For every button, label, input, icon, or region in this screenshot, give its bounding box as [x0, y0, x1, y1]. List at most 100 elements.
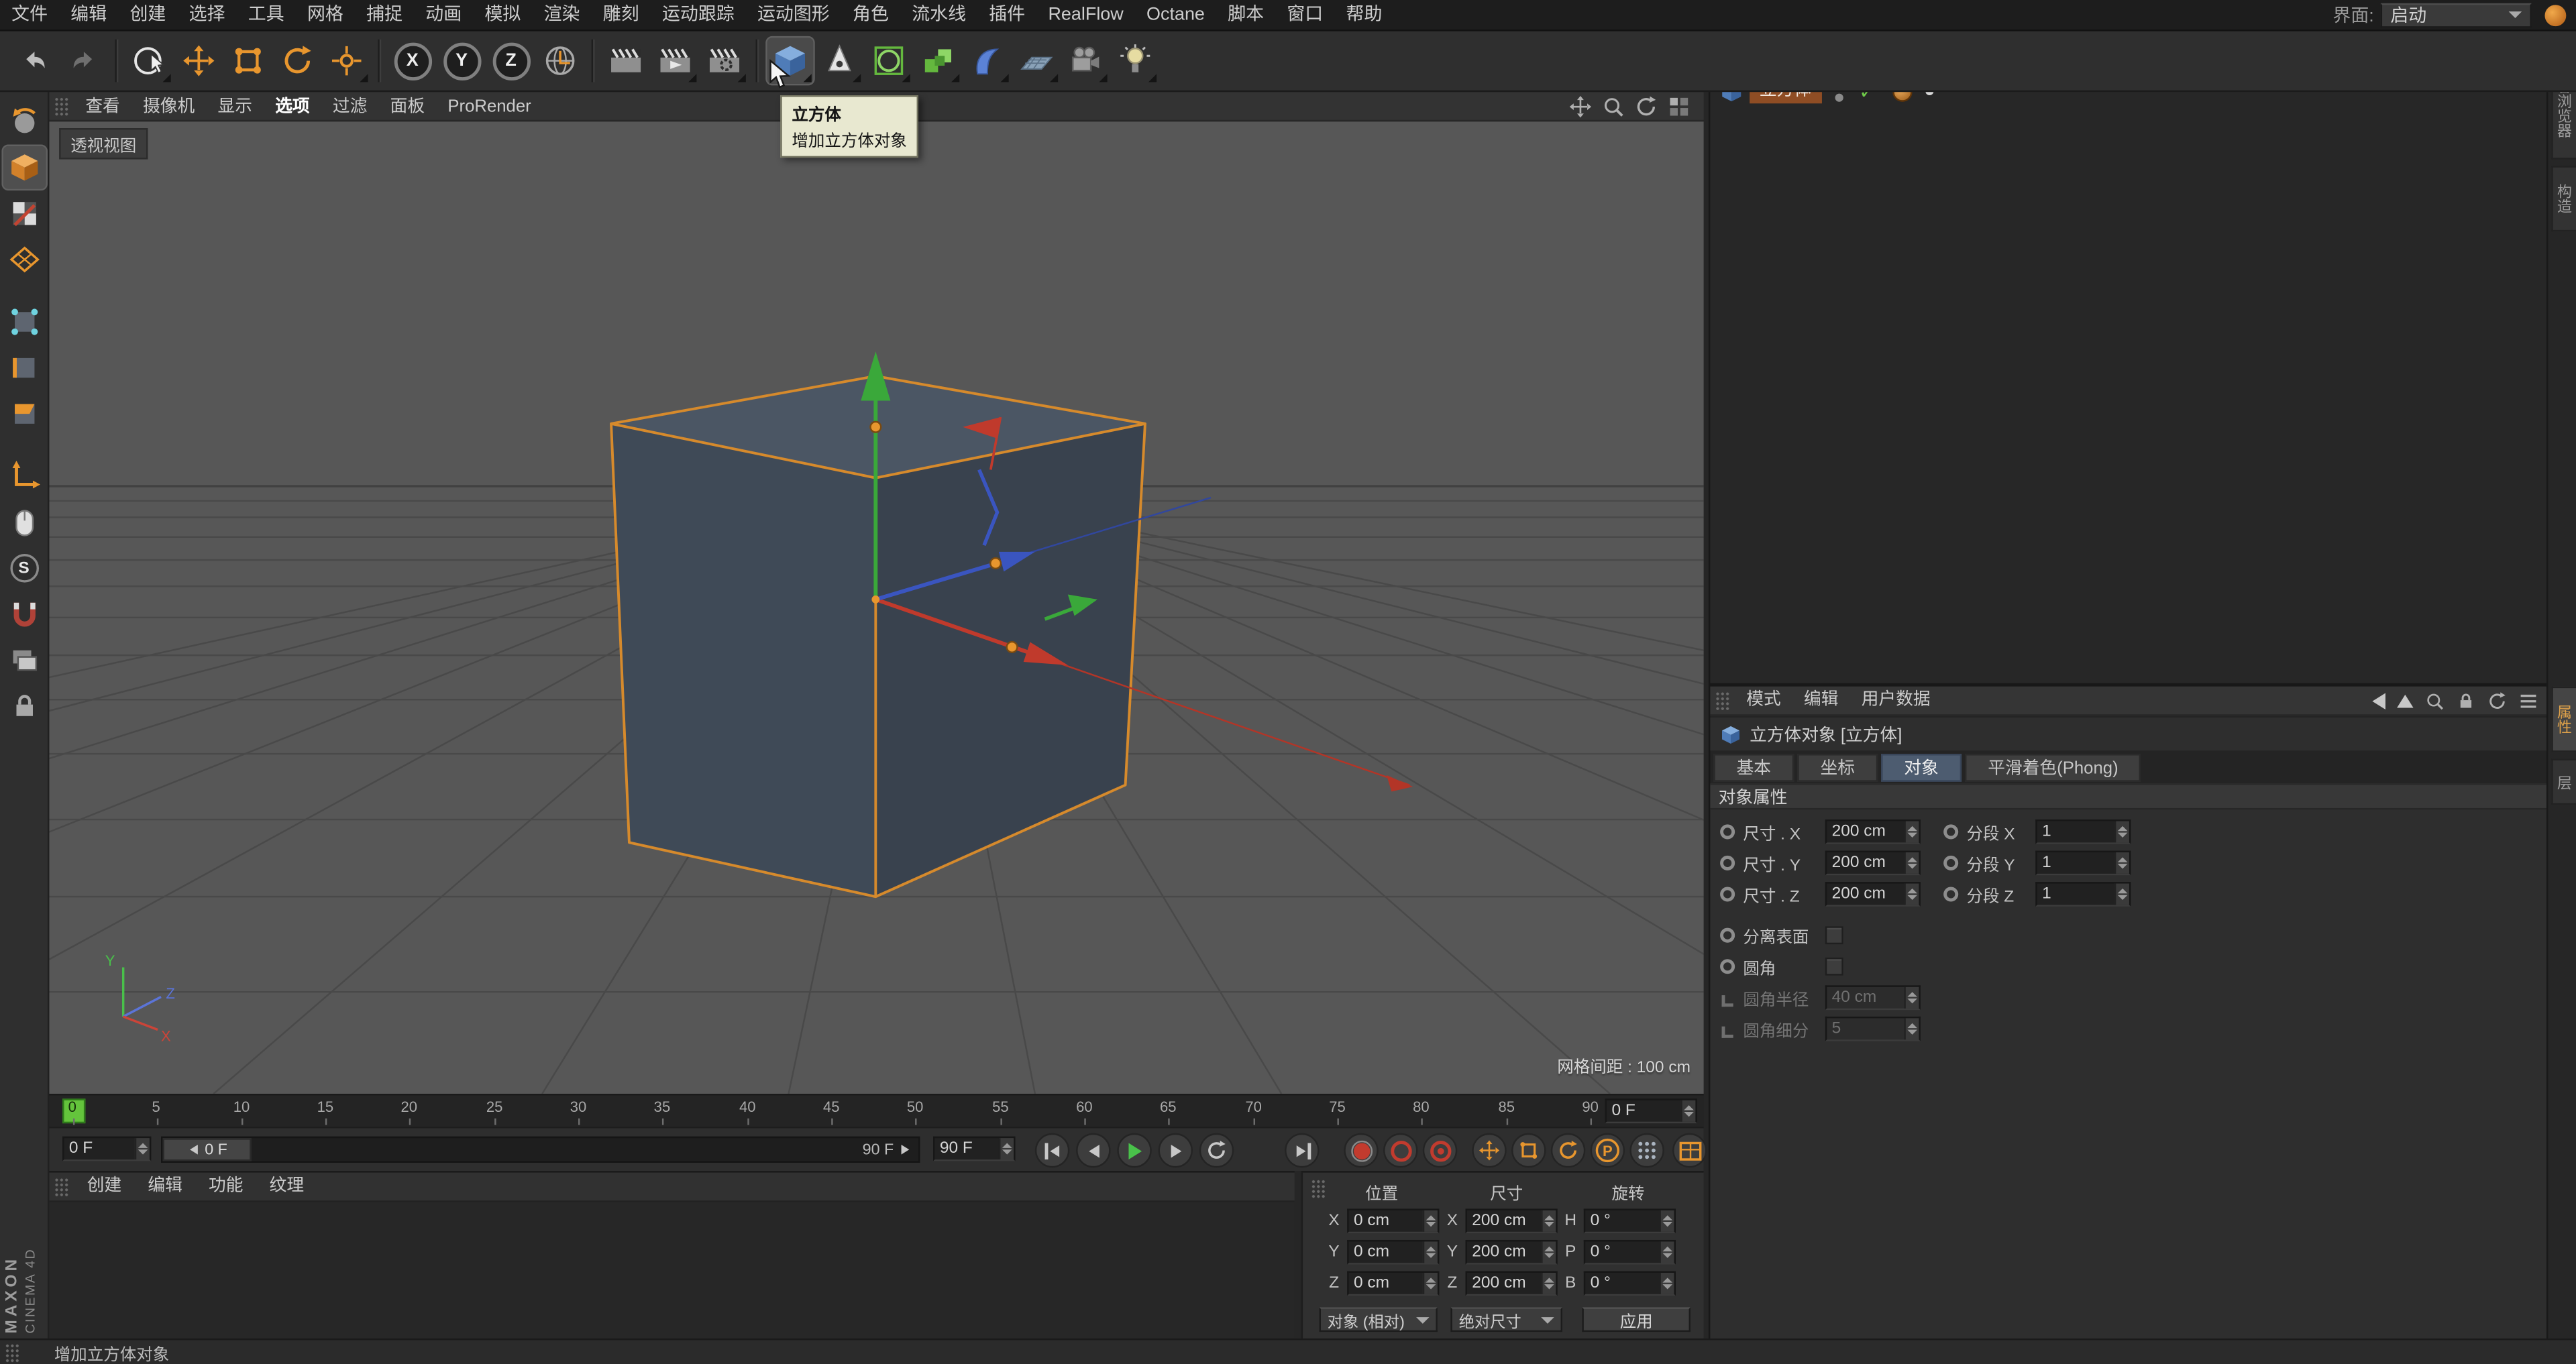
- object-properties-header[interactable]: 对象属性: [1710, 783, 2548, 810]
- vp-menu-cameras[interactable]: 摄像机: [131, 91, 206, 121]
- mat-menu-edit[interactable]: 编辑: [135, 1171, 196, 1202]
- last-tool-button[interactable]: [323, 38, 370, 84]
- stepper[interactable]: [1680, 1100, 1696, 1122]
- stepper[interactable]: [1541, 1241, 1556, 1263]
- key-parameter-toggle[interactable]: P: [1590, 1133, 1625, 1168]
- stepper[interactable]: [2114, 852, 2129, 874]
- mat-menu-texture[interactable]: 纹理: [256, 1171, 317, 1202]
- live-selection-button[interactable]: [127, 38, 173, 84]
- coords-size-mode-select[interactable]: 绝对尺寸: [1450, 1307, 1562, 1332]
- panel-grip[interactable]: [1715, 690, 1730, 711]
- tab-structure[interactable]: 构造: [2551, 166, 2576, 232]
- tab-object[interactable]: 对象: [1881, 754, 1962, 782]
- autokey-button[interactable]: [1383, 1133, 1418, 1168]
- size-x-attr-field[interactable]: 200 cm: [1825, 819, 1921, 844]
- lock-x-axis-button[interactable]: X: [389, 38, 435, 84]
- am-menu-userdata[interactable]: 用户数据: [1850, 685, 1942, 716]
- y-scale-handle[interactable]: [869, 420, 882, 433]
- size-y-field[interactable]: 200 cm: [1465, 1239, 1558, 1265]
- anim-toggle-icon[interactable]: [1720, 887, 1735, 902]
- stepper[interactable]: [1904, 852, 1919, 874]
- menu-file[interactable]: 文件: [0, 0, 59, 30]
- key-pla-toggle[interactable]: [1629, 1133, 1664, 1168]
- panel-grip[interactable]: [1311, 1179, 1326, 1199]
- subdivision-surface-button[interactable]: [866, 38, 912, 84]
- record-options-button[interactable]: [1422, 1133, 1458, 1168]
- anim-toggle-icon[interactable]: [1720, 855, 1735, 870]
- vp-menu-display[interactable]: 显示: [206, 91, 264, 121]
- apply-button[interactable]: 应用: [1582, 1307, 1691, 1332]
- goto-end-button[interactable]: [1285, 1133, 1320, 1168]
- timeline-ruler[interactable]: 0 5 10 15 20 25 30 35 40 45 50 55 60 65 …: [49, 1094, 1704, 1127]
- tab-coordinates[interactable]: 坐标: [1797, 754, 1878, 782]
- seg-y-field[interactable]: 1: [2035, 850, 2131, 876]
- stepper[interactable]: [1659, 1241, 1674, 1263]
- scale-tool-button[interactable]: [225, 38, 272, 84]
- stepper[interactable]: [134, 1138, 150, 1159]
- ruler-frame-field[interactable]: 0 F: [1605, 1098, 1697, 1124]
- stepper[interactable]: [1422, 1210, 1438, 1232]
- rot-p-field[interactable]: 0 °: [1583, 1239, 1676, 1265]
- render-view-button[interactable]: [603, 38, 649, 84]
- am-menu-mode[interactable]: 模式: [1735, 685, 1792, 716]
- c4d-logo-icon[interactable]: [2544, 4, 2567, 25]
- key-scale-toggle[interactable]: [1511, 1133, 1546, 1168]
- menu-mesh[interactable]: 网格: [296, 0, 355, 30]
- polygons-mode-button[interactable]: [3, 392, 46, 435]
- current-frame-field[interactable]: 0 F: [62, 1136, 152, 1161]
- lock-y-axis-button[interactable]: Y: [439, 38, 485, 84]
- panel-menu-icon[interactable]: [2518, 691, 2538, 710]
- lock-icon[interactable]: [2456, 691, 2475, 710]
- z-scale-handle[interactable]: [989, 557, 1002, 570]
- play-mode-button[interactable]: [1199, 1133, 1234, 1168]
- panel-grip[interactable]: [54, 1176, 69, 1197]
- toggle-views-icon[interactable]: [1668, 95, 1690, 117]
- seg-x-field[interactable]: 1: [2035, 819, 2131, 844]
- mat-menu-function[interactable]: 功能: [195, 1171, 256, 1202]
- vp-menu-view[interactable]: 查看: [74, 91, 131, 121]
- stepper[interactable]: [1422, 1272, 1438, 1294]
- mat-menu-create[interactable]: 创建: [74, 1171, 135, 1202]
- key-position-toggle[interactable]: [1472, 1133, 1507, 1168]
- separate-surfaces-checkbox[interactable]: [1825, 926, 1843, 945]
- vp-menu-filter[interactable]: 过滤: [321, 91, 379, 121]
- stepper[interactable]: [1659, 1210, 1674, 1232]
- tab-phong[interactable]: 平滑着色(Phong): [1965, 754, 2141, 782]
- menu-animate[interactable]: 动画: [414, 0, 473, 30]
- size-z-attr-field[interactable]: 200 cm: [1825, 882, 1921, 907]
- power-slider[interactable]: 0 F 90 F: [161, 1136, 920, 1163]
- play-button[interactable]: [1117, 1133, 1152, 1168]
- panel-grip[interactable]: [54, 96, 69, 116]
- search-icon[interactable]: [2425, 691, 2445, 710]
- stepper[interactable]: [998, 1138, 1014, 1159]
- power-slider-handle[interactable]: 0 F: [162, 1138, 252, 1161]
- stepper[interactable]: [1541, 1210, 1556, 1232]
- menu-mograph[interactable]: 运动图形: [746, 0, 841, 30]
- history-back-icon[interactable]: [2372, 692, 2385, 709]
- menu-script[interactable]: 脚本: [1216, 0, 1275, 30]
- deformer-button[interactable]: [965, 38, 1011, 84]
- magnet-snap-button[interactable]: [3, 593, 46, 636]
- panel-grip[interactable]: [5, 1343, 20, 1363]
- stepper[interactable]: [1904, 883, 1919, 905]
- menu-render[interactable]: 渲染: [532, 0, 591, 30]
- pos-x-field[interactable]: 0 cm: [1347, 1208, 1440, 1234]
- pos-z-field[interactable]: 0 cm: [1347, 1271, 1440, 1296]
- anim-toggle-icon[interactable]: [1720, 959, 1735, 974]
- anim-toggle-icon[interactable]: [1943, 887, 1959, 902]
- menu-octane[interactable]: Octane: [1135, 0, 1216, 30]
- rotate-tool-button[interactable]: [274, 38, 321, 84]
- vp-menu-prorender[interactable]: ProRender: [436, 91, 543, 121]
- menu-simulate[interactable]: 模拟: [473, 0, 532, 30]
- next-frame-button[interactable]: [1158, 1133, 1193, 1168]
- rot-h-field[interactable]: 0 °: [1583, 1208, 1676, 1234]
- menu-edit[interactable]: 编辑: [59, 0, 118, 30]
- record-keyframe-button[interactable]: [1344, 1133, 1379, 1168]
- workplane-mode-button[interactable]: [3, 238, 46, 281]
- stepper[interactable]: [1904, 821, 1919, 843]
- render-picture-viewer-button[interactable]: [652, 38, 698, 84]
- snap-enable-button[interactable]: S: [3, 547, 46, 590]
- stepper[interactable]: [1659, 1272, 1674, 1294]
- menu-motion-tracker[interactable]: 运动跟踪: [651, 0, 746, 30]
- anim-toggle-icon[interactable]: [1943, 855, 1959, 870]
